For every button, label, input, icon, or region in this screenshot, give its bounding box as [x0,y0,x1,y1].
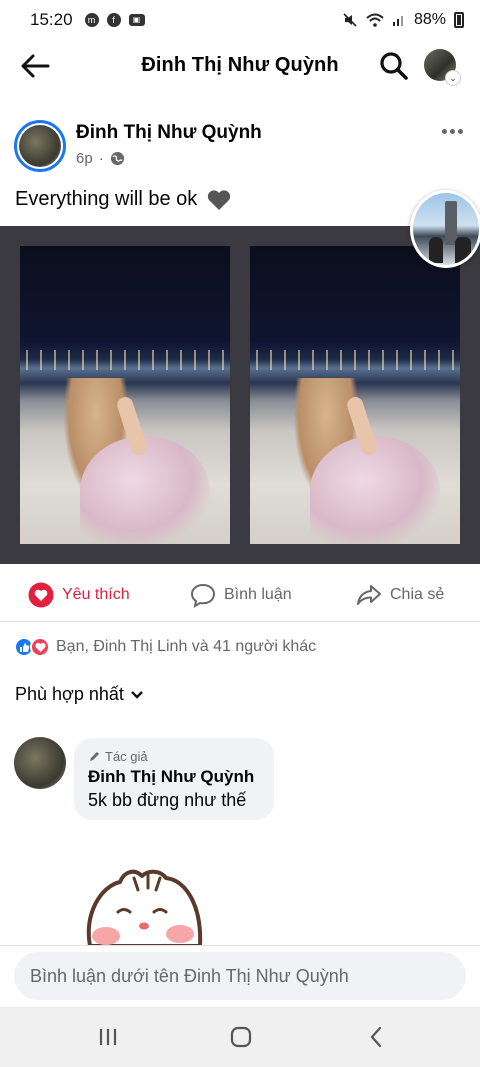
profile-avatar[interactable]: ⌄ [424,49,460,85]
globe-icon [110,151,124,166]
pencil-icon [90,751,99,761]
messenger-icon: m [84,13,99,27]
share-button[interactable]: Chia sẻ [356,572,444,618]
comment-avatar[interactable] [14,737,66,789]
system-nav-bar [0,1007,480,1067]
chevron-down-icon: ⌄ [446,71,460,85]
post-time[interactable]: 6p [76,150,93,167]
mute-icon [343,13,357,27]
like-button[interactable]: Yêu thích [28,572,130,618]
share-icon [357,585,381,605]
back-nav-icon[interactable] [362,1023,392,1051]
cat-sticker-icon[interactable] [82,862,212,946]
app-header: Đinh Thị Như Quỳnh ⌄ [0,40,480,92]
comment-bubble: Tác giả Đinh Thị Như Quỳnh 5k bb đừng nh… [74,738,274,820]
comment-icon [190,583,216,608]
signal-icon [392,16,403,26]
more-options-button[interactable] [438,122,466,140]
comment-text: 5k bb đừng như thế [88,790,247,810]
meta-separator: · [98,150,104,167]
sort-label: Phù hợp nhất [15,684,124,704]
author-badge: Tác giả [88,747,260,765]
sort-dropdown[interactable]: Phù hợp nhất [15,684,144,705]
love-reaction-icon [30,637,50,657]
like-label: Yêu thích [62,586,130,603]
author-name[interactable]: Đinh Thị Như Quỳnh [76,122,262,144]
photo-area [0,226,480,564]
story-bubble[interactable] [410,190,480,268]
comment-button[interactable]: Bình luận [190,572,292,618]
status-time: 15:20 [30,10,73,29]
author-avatar[interactable] [14,120,66,172]
post-photo-2[interactable] [250,246,460,544]
chevron-down-icon [131,690,143,699]
facebook-icon: f [106,13,121,27]
wifi-icon [366,13,384,27]
author-badge-label: Tác giả [105,748,148,764]
comment-input[interactable] [14,952,466,1000]
post-caption: Everything will be ok [15,188,198,210]
action-bar: Yêu thích Bình luận Chia sẻ [0,572,480,618]
grey-heart-icon [207,190,230,210]
comment-composer [0,945,480,1007]
post-text: Everything will be ok [15,188,231,211]
reaction-summary-text: Bạn, Đinh Thị Linh và 41 người khác [56,638,317,655]
post-photo-1[interactable] [20,246,230,544]
search-icon[interactable] [378,50,410,82]
action-divider [0,621,480,622]
gallery-icon: ▣ [128,14,145,26]
reaction-summary[interactable]: Bạn, Đinh Thị Linh và 41 người khác [14,636,316,658]
recent-apps-icon[interactable] [93,1023,123,1051]
share-label: Chia sẻ [390,586,445,603]
battery-icon [454,12,464,28]
heart-icon [28,582,54,608]
battery-percent: 88% [413,11,446,28]
comment-label: Bình luận [224,586,292,603]
status-bar: 15:20 m f ▣ 88% [0,0,480,40]
post-header: Đinh Thị Như Quỳnh 6p · [14,118,466,174]
post-meta: 6p · [76,150,125,167]
comment-author[interactable]: Đinh Thị Như Quỳnh [88,767,260,787]
home-icon[interactable] [226,1023,256,1051]
